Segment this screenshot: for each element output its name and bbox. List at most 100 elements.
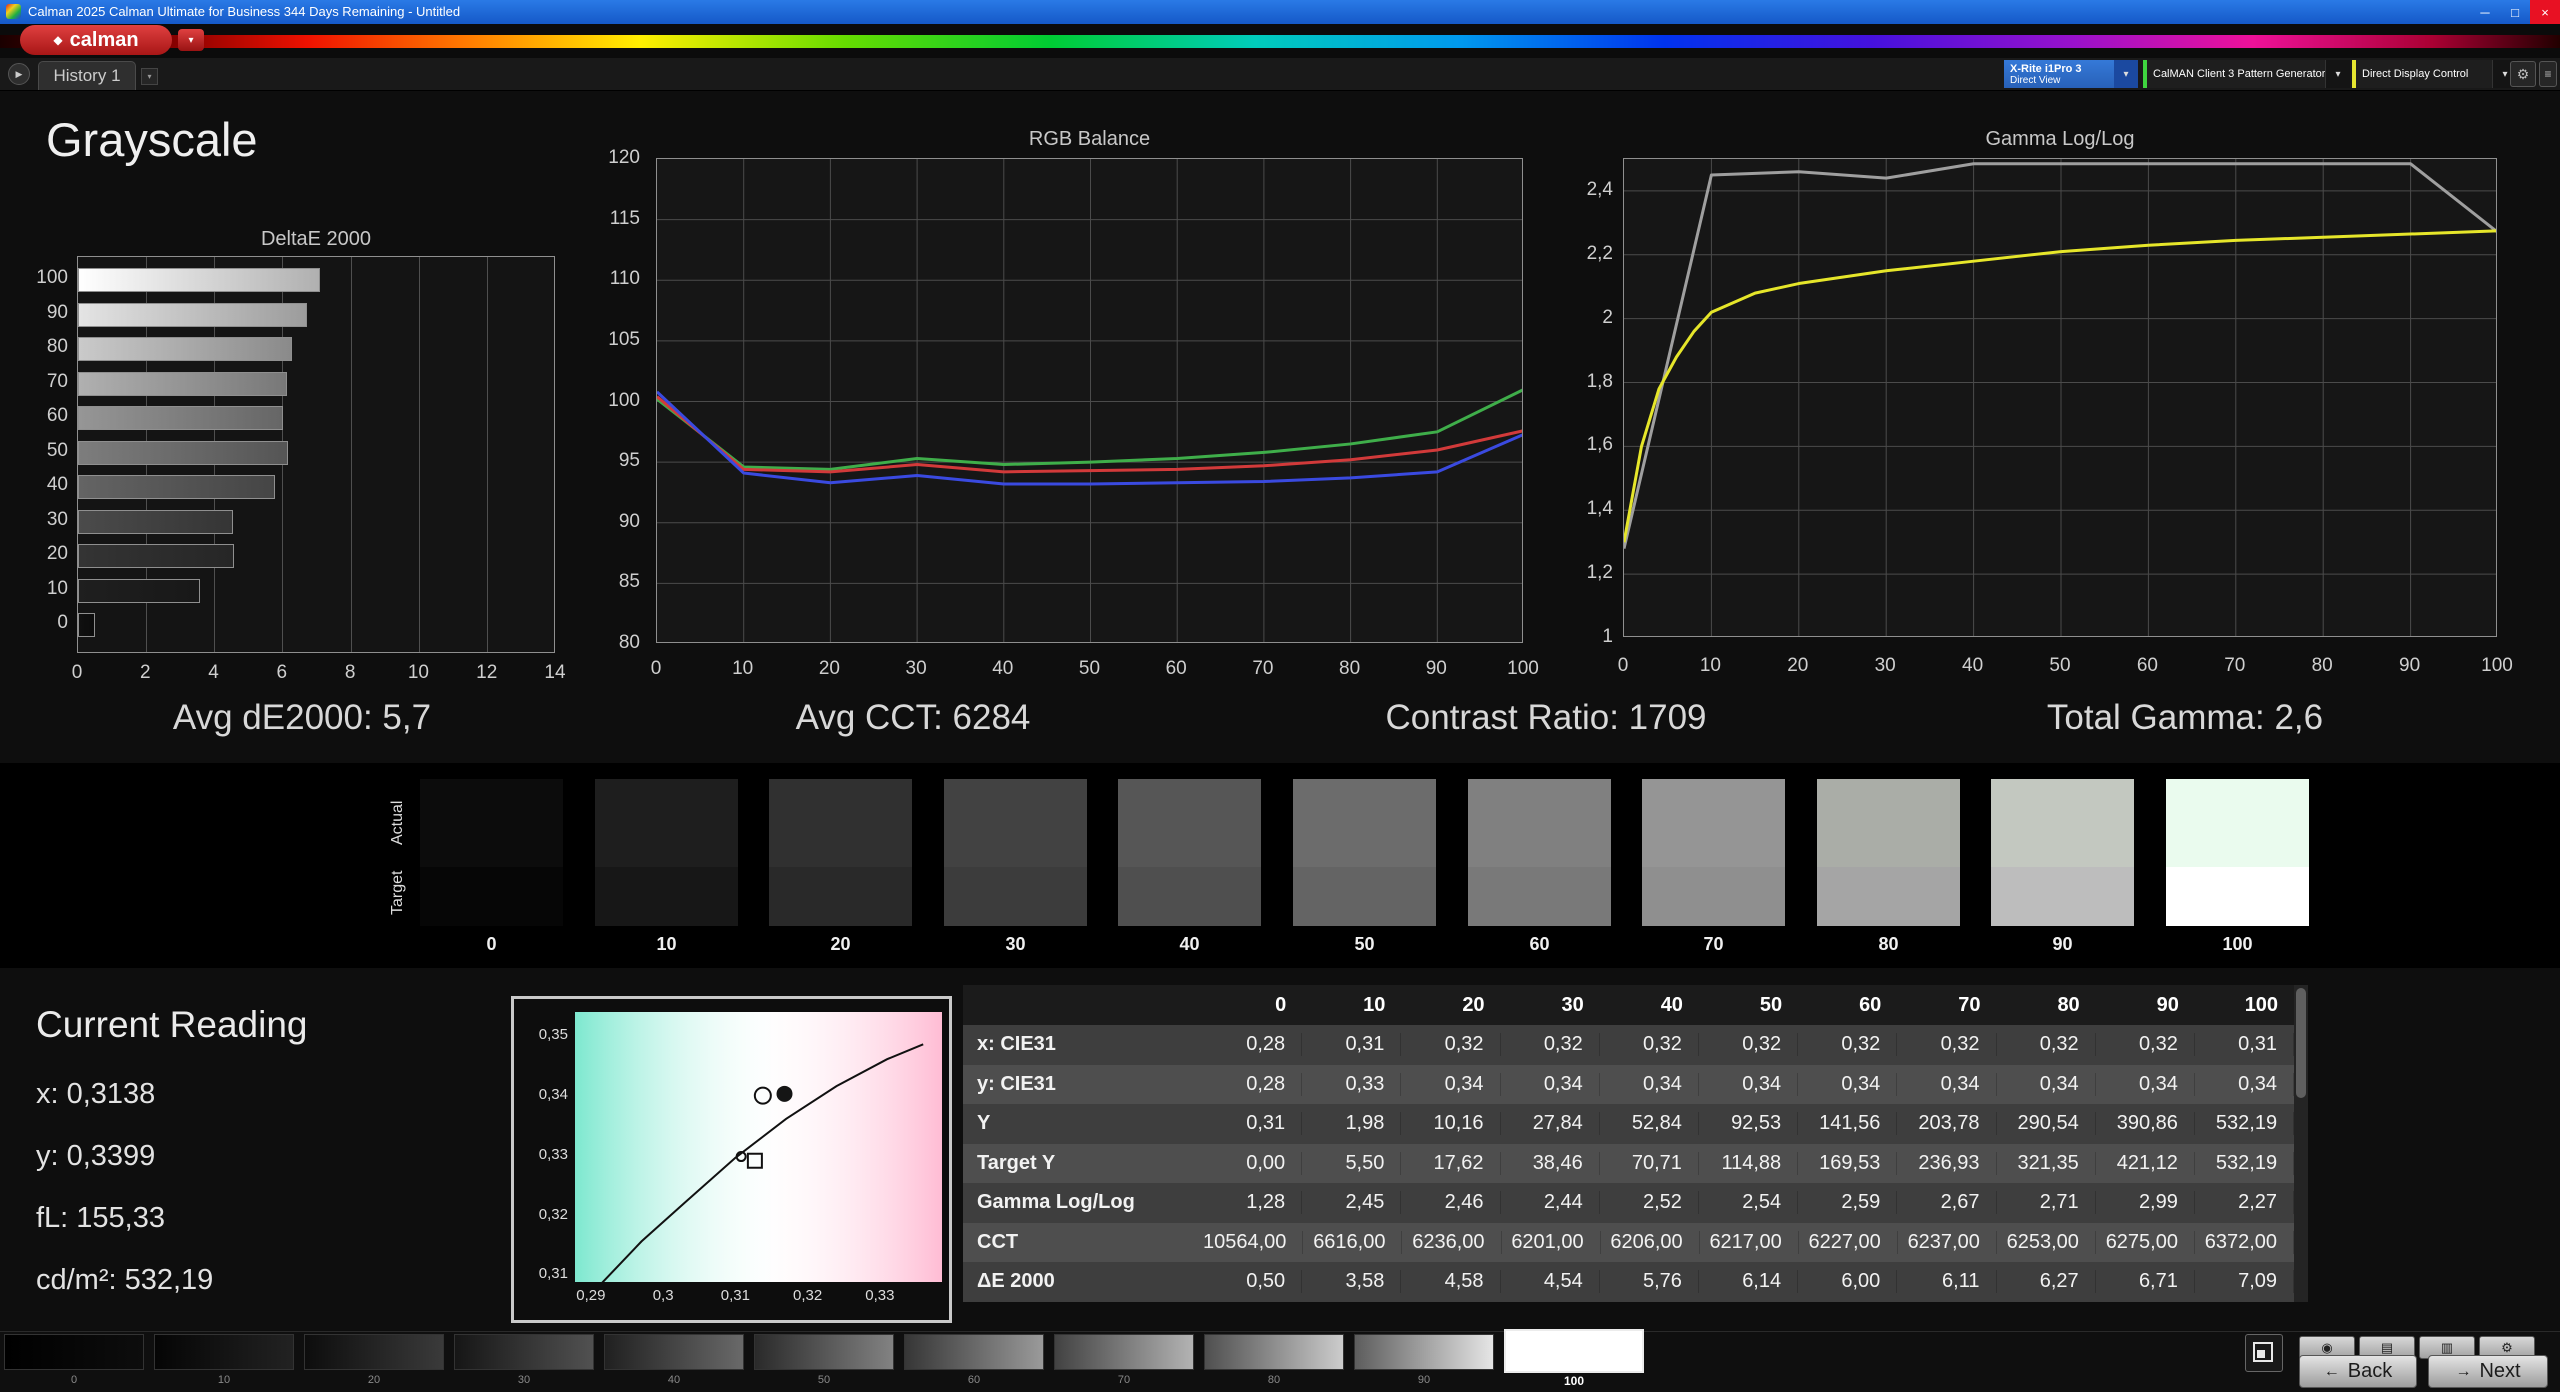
table-cell: 0,34 bbox=[1501, 1072, 1600, 1096]
meter-selector[interactable]: X-Rite i1Pro 3 Direct View ▾ bbox=[2004, 60, 2138, 88]
pattern-level-button[interactable] bbox=[1054, 1334, 1194, 1370]
axis-label: 100 bbox=[36, 267, 68, 288]
source-selector[interactable]: CalMAN Client 3 Pattern Generator ▾ bbox=[2143, 60, 2350, 88]
table-cell: 0,34 bbox=[2195, 1072, 2295, 1096]
calman-logo[interactable]: ◆ calman bbox=[20, 25, 172, 55]
tab-history-1[interactable]: History 1 bbox=[38, 61, 136, 90]
table-row-label: x: CIE31 bbox=[977, 1033, 1056, 1056]
calman-menu-button[interactable]: ▾ bbox=[178, 29, 204, 51]
pattern-level-button[interactable] bbox=[454, 1334, 594, 1370]
maximize-button[interactable]: □ bbox=[2500, 0, 2530, 24]
pattern-window-button[interactable] bbox=[2245, 1334, 2283, 1372]
axis-label: 1,8 bbox=[1586, 370, 1613, 392]
axis-label: 80 bbox=[46, 336, 68, 357]
pattern-level-button[interactable] bbox=[904, 1334, 1044, 1370]
table-row: Gamma Log/Log 1,28 2,45 2,46 2,44 2,52 2,54 2,5… bbox=[963, 1183, 2295, 1223]
pattern-level-button[interactable] bbox=[1504, 1329, 1644, 1373]
table-cell: 70,71 bbox=[1600, 1151, 1699, 1175]
table-cell: 0,31 bbox=[1302, 1033, 1402, 1057]
pattern-level-label: 40 bbox=[667, 1374, 681, 1386]
swatch-level-label: 70 bbox=[1703, 934, 1724, 954]
close-button[interactable]: × bbox=[2530, 0, 2560, 24]
table-cell: 6237,00 bbox=[1898, 1230, 1997, 1254]
deltae-bar bbox=[78, 544, 235, 568]
axis-label: 6 bbox=[276, 662, 288, 683]
table-row-label: y: CIE31 bbox=[977, 1072, 1056, 1095]
table-cell: 2,27 bbox=[2195, 1191, 2295, 1215]
pattern-level-button[interactable] bbox=[4, 1334, 144, 1370]
back-button[interactable]: ← Back bbox=[2299, 1355, 2417, 1388]
axis-label: 0 bbox=[1617, 655, 1629, 676]
source-dropdown-icon[interactable]: ▾ bbox=[2325, 60, 2350, 88]
actual-swatch bbox=[769, 779, 912, 867]
pattern-level-button[interactable] bbox=[754, 1334, 894, 1370]
tab-options-button[interactable]: ▾ bbox=[141, 68, 158, 85]
target-swatch bbox=[1642, 867, 1785, 926]
table-cell: 236,93 bbox=[1897, 1151, 1997, 1175]
pattern-level-label: 90 bbox=[1417, 1374, 1431, 1386]
table-cell: 321,35 bbox=[1997, 1151, 2096, 1175]
gridline bbox=[487, 257, 489, 652]
actual-swatch bbox=[1293, 779, 1436, 867]
swatch-level-label: 100 bbox=[2222, 934, 2253, 954]
axis-label: 30 bbox=[905, 658, 927, 679]
history-nav-button[interactable]: ▶ bbox=[8, 63, 30, 85]
axis-label: 50 bbox=[2049, 655, 2071, 676]
actual-swatch bbox=[1468, 779, 1611, 867]
table-scrollbar[interactable] bbox=[2294, 985, 2308, 1302]
next-button[interactable]: → Next bbox=[2428, 1355, 2548, 1388]
table-cell: 114,88 bbox=[1699, 1151, 1799, 1175]
table-column-header: 100 bbox=[2244, 993, 2279, 1016]
display-selector[interactable]: Direct Display Control ▾ bbox=[2352, 60, 2517, 88]
pattern-level-button[interactable] bbox=[154, 1334, 294, 1370]
reading-y: y: 0,3399 bbox=[36, 1140, 156, 1172]
actual-swatch bbox=[944, 779, 1087, 867]
pattern-level-button[interactable] bbox=[304, 1334, 444, 1370]
axis-label: 20 bbox=[1787, 655, 1809, 676]
axis-label: 80 bbox=[618, 632, 640, 653]
minimize-button[interactable]: ─ bbox=[2470, 0, 2500, 24]
reading-cdm2: cd/m²: 532,19 bbox=[36, 1264, 214, 1296]
meter-dropdown-icon[interactable]: ▾ bbox=[2114, 60, 2138, 88]
target-swatch bbox=[1817, 867, 1960, 926]
gear-icon[interactable]: ⚙ bbox=[2510, 61, 2536, 87]
swatch-level-label: 30 bbox=[1005, 934, 1026, 954]
gamma-chart-title: Gamma Log/Log bbox=[1985, 128, 2135, 150]
gridline bbox=[350, 257, 352, 652]
axis-label: 60 bbox=[2136, 655, 2158, 676]
axis-label: 4 bbox=[208, 662, 219, 683]
table-cell: 390,86 bbox=[2096, 1112, 2195, 1136]
stat-contrast-ratio: Contrast Ratio: 1709 bbox=[1385, 698, 1707, 737]
table-cell: 6372,00 bbox=[2195, 1230, 2295, 1254]
axis-label: 30 bbox=[46, 508, 68, 530]
table-cell: 5,76 bbox=[1600, 1270, 1699, 1294]
pattern-level-button[interactable] bbox=[1354, 1334, 1494, 1370]
table-scrollbar-thumb[interactable] bbox=[2296, 988, 2306, 1098]
axis-label: 8 bbox=[344, 662, 356, 683]
table-cell: 2,59 bbox=[1798, 1191, 1898, 1215]
table-cell: 1,98 bbox=[1302, 1112, 1402, 1136]
menu-icon[interactable]: ≡ bbox=[2539, 61, 2557, 87]
axis-label: 120 bbox=[608, 147, 640, 168]
pattern-level-button[interactable] bbox=[604, 1334, 744, 1370]
actual-swatch bbox=[1642, 779, 1785, 867]
table-cell: 6,71 bbox=[2096, 1270, 2195, 1294]
axis-label: 0 bbox=[650, 658, 662, 679]
table-cell: 0,34 bbox=[1997, 1072, 2096, 1096]
axis-label: 100 bbox=[2481, 655, 2513, 676]
axis-label: 0 bbox=[71, 662, 83, 683]
table-row-label: CCT bbox=[977, 1230, 1019, 1253]
axis-label: 70 bbox=[2224, 655, 2246, 676]
deltae-bar bbox=[78, 509, 233, 534]
rgb-balance-chart bbox=[656, 158, 1523, 643]
pattern-level-button[interactable] bbox=[1204, 1334, 1344, 1370]
previous-point-marker bbox=[776, 1085, 793, 1102]
axis-label: 50 bbox=[46, 439, 68, 461]
pattern-level-label: 10 bbox=[217, 1374, 231, 1386]
axis-label: 1,2 bbox=[1586, 562, 1613, 584]
table-cell: 2,52 bbox=[1600, 1191, 1699, 1215]
cie-axis-label: 0,34 bbox=[538, 1086, 568, 1104]
measurement-table: 0 10 20 30 40 50 60 70 80 90 100 x: CIE31 0,28 0,31 0,… bbox=[963, 985, 2295, 1302]
actual-swatch bbox=[1991, 779, 2134, 867]
table-cell: 6,14 bbox=[1699, 1270, 1799, 1294]
